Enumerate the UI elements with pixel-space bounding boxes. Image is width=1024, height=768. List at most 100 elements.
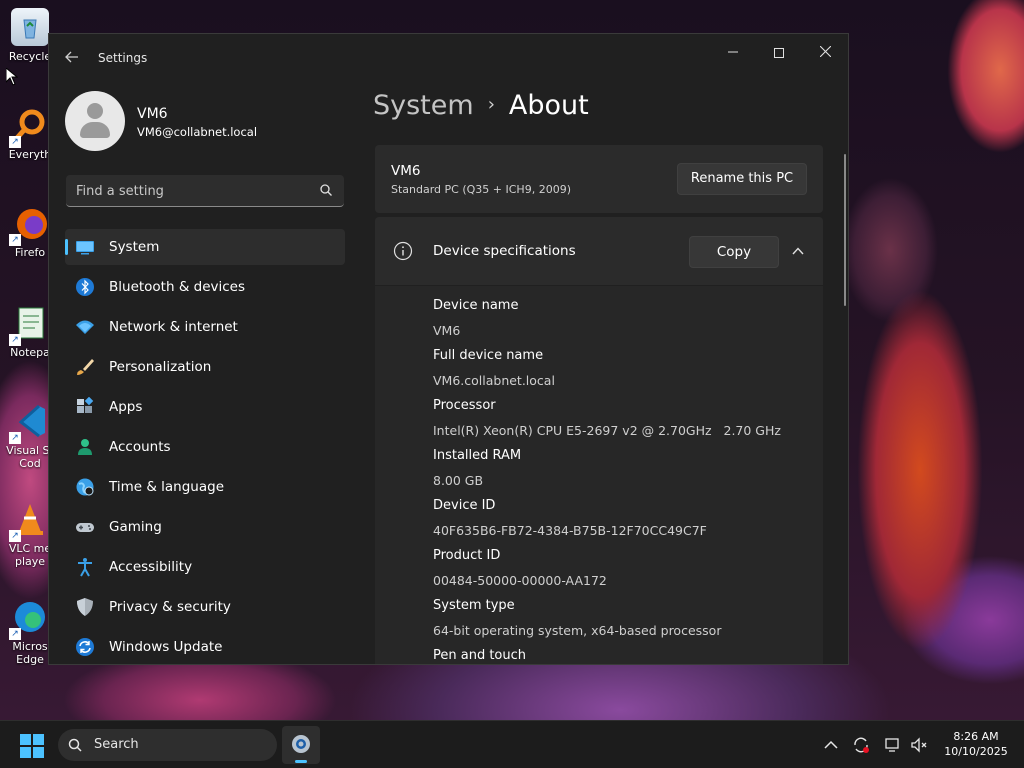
sidebar-item-gaming[interactable]: Gaming xyxy=(65,509,345,545)
spec-value: 00484-50000-00000-AA172 xyxy=(433,573,607,588)
scrollbar[interactable] xyxy=(844,154,846,306)
settings-window: Settings VM6 VM6@collabnet.local System … xyxy=(48,33,849,665)
sidebar-item-label: Accessibility xyxy=(109,559,193,575)
vscode-icon: ↗ xyxy=(9,402,49,444)
sidebar-item-network[interactable]: Network & internet xyxy=(65,309,345,345)
wifi-icon xyxy=(76,320,94,334)
clock[interactable]: 8:26 AM 10/10/2025 xyxy=(936,729,1016,759)
shortcut-arrow-icon: ↗ xyxy=(9,432,21,444)
spec-value: Intel(R) Xeon(R) CPU E5-2697 v2 @ 2.70GH… xyxy=(433,423,781,438)
sidebar-item-personalization[interactable]: Personalization xyxy=(65,349,345,385)
maximize-icon xyxy=(774,48,784,58)
chevron-up-icon[interactable] xyxy=(822,736,840,754)
back-arrow-icon xyxy=(65,51,78,63)
sync-icon[interactable] xyxy=(852,736,870,754)
accessibility-icon xyxy=(78,558,92,577)
sidebar-item-system[interactable]: System xyxy=(65,229,345,265)
find-setting-search[interactable] xyxy=(66,175,344,207)
search-input[interactable] xyxy=(76,181,306,201)
sidebar-item-accessibility[interactable]: Accessibility xyxy=(65,549,345,585)
avatar-head-shape xyxy=(87,103,103,119)
rename-pc-button[interactable]: Rename this PC xyxy=(677,163,807,195)
taskbar-settings-app[interactable] xyxy=(282,726,320,764)
sidebar-item-label: Privacy & security xyxy=(109,599,231,615)
close-button[interactable] xyxy=(802,38,848,68)
shield-icon xyxy=(77,598,93,616)
spec-value: 40F635B6-FB72-4384-B75B-12F70CC49C7F xyxy=(433,523,707,538)
sidebar-item-privacy-security[interactable]: Privacy & security xyxy=(65,589,345,625)
spec-row-processor: Processor Intel(R) Xeon(R) CPU E5-2697 v… xyxy=(433,398,781,438)
taskbar: Search 8:26 AM 10/10/2025 xyxy=(0,720,1024,768)
network-icon[interactable] xyxy=(884,736,902,754)
sidebar-item-label: Time & language xyxy=(109,479,225,495)
vlc-icon: ↗ xyxy=(9,500,49,542)
minimize-button[interactable] xyxy=(710,38,756,68)
sidebar-item-windows-update[interactable]: Windows Update xyxy=(65,629,345,664)
gamepad-icon xyxy=(76,523,94,532)
minimize-icon xyxy=(728,51,738,53)
app-title: Settings xyxy=(98,51,148,65)
breadcrumb-parent-link[interactable]: System xyxy=(373,90,474,121)
spec-label: Device ID xyxy=(433,498,496,513)
spec-row-system-type: System type 64-bit operating system, x64… xyxy=(433,598,721,638)
taskbar-search-box[interactable]: Search xyxy=(58,729,277,761)
device-specifications-list: Device name VM6 Full device name VM6.col… xyxy=(375,286,823,664)
sidebar-item-label: Personalization xyxy=(109,359,212,375)
page-title: About xyxy=(508,90,589,121)
user-name: VM6 xyxy=(137,106,168,122)
taskbar-search-label: Search xyxy=(94,737,139,752)
sidebar-item-label: Accounts xyxy=(109,439,171,455)
device-specifications-header[interactable]: Device specifications Copy xyxy=(375,217,823,285)
update-icon xyxy=(76,638,94,656)
sidebar-item-label: Network & internet xyxy=(109,319,238,335)
sidebar-item-label: Windows Update xyxy=(109,639,223,655)
windows-start-icon[interactable] xyxy=(20,734,44,758)
pc-name: VM6 xyxy=(391,163,421,179)
edge-icon: ↗ xyxy=(9,598,49,640)
spec-label: Installed RAM xyxy=(433,448,522,463)
recycle-bin-icon xyxy=(11,8,49,46)
pc-name-card: VM6 Standard PC (Q35 + ICH9, 2009) Renam… xyxy=(375,145,823,213)
avatar[interactable] xyxy=(65,91,125,151)
settings-gear-icon xyxy=(292,735,310,753)
spec-row-pen-and-touch: Pen and touch xyxy=(433,648,526,663)
spec-value: 64-bit operating system, x64-based proce… xyxy=(433,623,722,638)
active-app-indicator xyxy=(295,760,307,763)
copy-button[interactable]: Copy xyxy=(689,236,779,268)
sidebar-nav: System Bluetooth & devices Network & int… xyxy=(65,229,345,664)
back-button[interactable] xyxy=(61,48,83,70)
sidebar-item-accounts[interactable]: Accounts xyxy=(65,429,345,465)
volume-muted-icon[interactable] xyxy=(910,736,928,754)
sidebar-item-time-language[interactable]: Time & language xyxy=(65,469,345,505)
chevron-up-icon[interactable] xyxy=(791,244,805,258)
sidebar-item-apps[interactable]: Apps xyxy=(65,389,345,425)
pc-model: Standard PC (Q35 + ICH9, 2009) xyxy=(391,183,571,196)
sidebar-item-bluetooth[interactable]: Bluetooth & devices xyxy=(65,269,345,305)
spec-row-installed-ram: Installed RAM 8.00 GB xyxy=(433,448,521,488)
spec-label: Processor xyxy=(433,398,496,413)
shortcut-arrow-icon: ↗ xyxy=(9,530,21,542)
clock-time: 8:26 AM xyxy=(953,730,999,743)
device-specifications-title: Device specifications xyxy=(433,243,576,259)
mouse-cursor-icon xyxy=(6,68,18,86)
spec-label: Pen and touch xyxy=(433,648,527,663)
clock-date: 10/10/2025 xyxy=(944,745,1008,758)
firefox-icon: ↗ xyxy=(9,204,49,246)
breadcrumb-chevron-icon: › xyxy=(487,94,495,115)
spec-label: System type xyxy=(433,598,515,613)
spec-row-full-device-name: Full device name VM6.collabnet.local xyxy=(433,348,555,388)
spec-value: VM6.collabnet.local xyxy=(433,373,555,388)
maximize-button[interactable] xyxy=(756,38,802,68)
avatar-body-shape xyxy=(80,122,110,138)
spec-label: Full device name xyxy=(433,348,544,363)
everything-icon: ↗ xyxy=(9,106,49,148)
sidebar-item-label: Bluetooth & devices xyxy=(109,279,246,295)
spec-row-product-id: Product ID 00484-50000-00000-AA172 xyxy=(433,548,607,588)
close-icon xyxy=(819,45,831,58)
search-icon[interactable] xyxy=(320,184,332,196)
search-icon xyxy=(68,738,82,752)
info-icon xyxy=(393,241,413,261)
bluetooth-icon xyxy=(76,278,94,296)
breadcrumb: System › About xyxy=(373,90,589,121)
sidebar-item-label: System xyxy=(109,239,160,255)
